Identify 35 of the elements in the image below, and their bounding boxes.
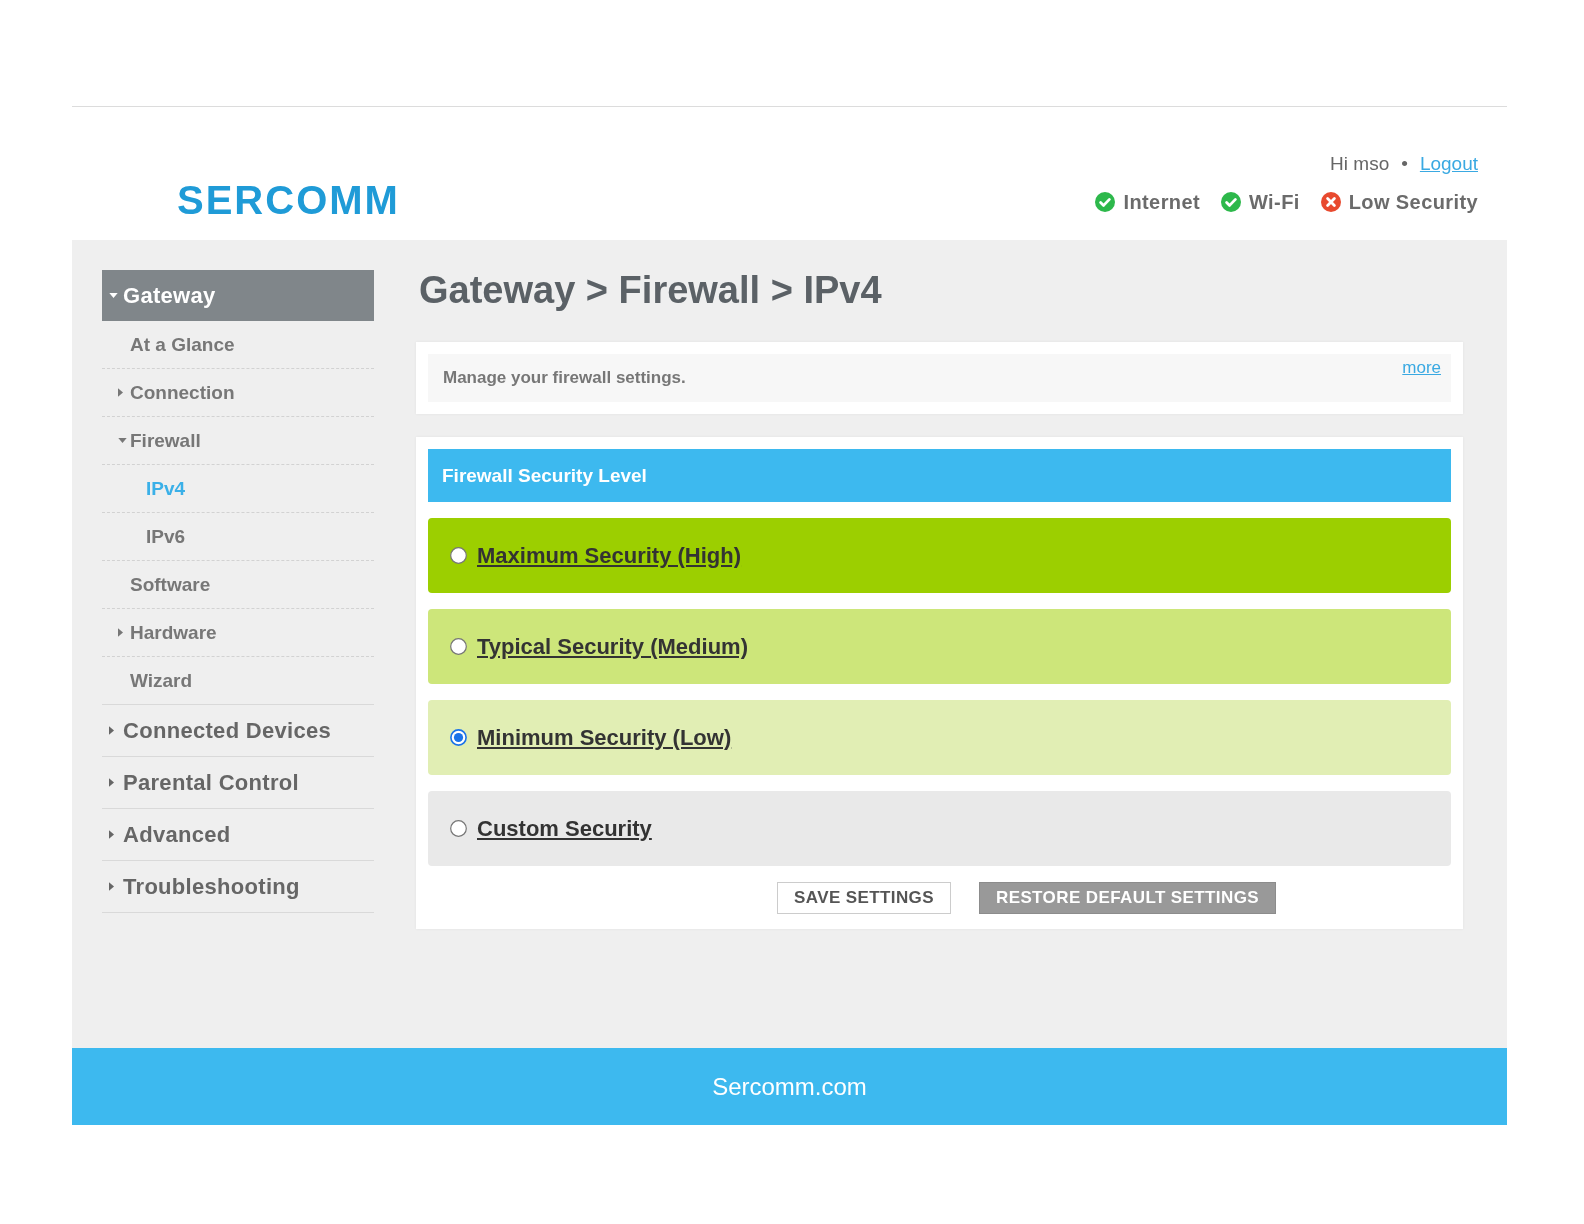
sidebar-item[interactable]: Troubleshooting: [102, 861, 374, 913]
section-header: Firewall Security Level: [428, 449, 1451, 502]
page-title: Gateway > Firewall > IPv4: [419, 270, 883, 310]
brand-logo: SERCOMM: [177, 180, 400, 220]
restore-button[interactable]: RESTORE DEFAULT SETTINGS: [978, 882, 1277, 914]
bullet-separator: •: [1401, 153, 1408, 175]
footer-link[interactable]: Sercomm.com: [712, 1072, 867, 1101]
sidebar-item[interactable]: At a Glance: [102, 321, 374, 369]
sidebar-item[interactable]: Software: [102, 561, 374, 609]
sidebar-item[interactable]: Advanced: [102, 809, 374, 861]
sidebar-item[interactable]: Gateway: [102, 270, 374, 321]
radio-button[interactable]: [450, 638, 467, 655]
sidebar-item[interactable]: Firewall: [102, 417, 374, 465]
status-label: Internet: [1123, 190, 1200, 214]
sidebar-item[interactable]: IPv6: [102, 513, 374, 561]
radio-button[interactable]: [450, 820, 467, 837]
status-label: Wi-Fi: [1249, 190, 1300, 214]
greeting-text: Hi mso: [1330, 153, 1390, 175]
option-label[interactable]: Minimum Security (Low): [477, 724, 732, 751]
radio-button[interactable]: [450, 729, 467, 746]
more-link[interactable]: more: [1402, 358, 1441, 378]
radio-button[interactable]: [450, 547, 467, 564]
option-label[interactable]: Maximum Security (High): [477, 542, 742, 569]
sidebar-item[interactable]: Connected Devices: [102, 705, 374, 757]
sidebar-item[interactable]: Connection: [102, 369, 374, 417]
sidebar-item[interactable]: Parental Control: [102, 757, 374, 809]
option-label[interactable]: Custom Security: [477, 815, 652, 842]
sidebar-item[interactable]: IPv4: [102, 465, 374, 513]
description-text: Manage your firewall settings.: [443, 368, 686, 388]
sidebar-item[interactable]: Hardware: [102, 609, 374, 657]
option-label[interactable]: Typical Security (Medium): [477, 633, 748, 660]
logout-link[interactable]: Logout: [1419, 153, 1478, 175]
save-button[interactable]: SAVE SETTINGS: [777, 882, 951, 914]
status-label: Low Security: [1348, 190, 1478, 214]
sidebar-item[interactable]: Wizard: [102, 657, 374, 705]
